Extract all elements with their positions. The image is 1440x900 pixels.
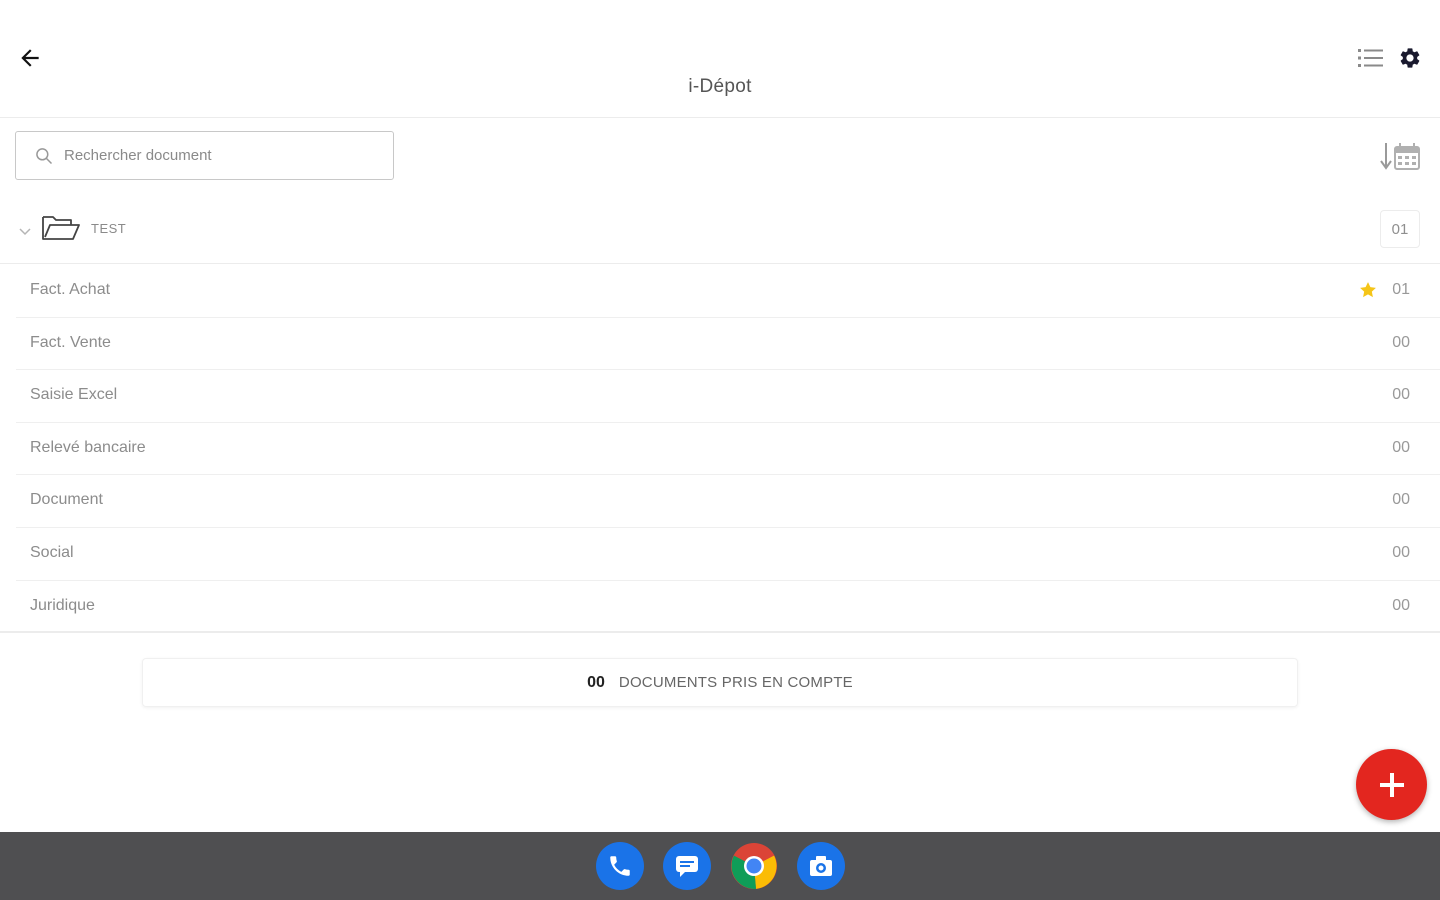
folder-row[interactable]: TEST 01 — [0, 200, 1440, 264]
camera-icon — [809, 856, 832, 876]
list-item[interactable]: Fact. Vente 00 — [16, 318, 1440, 371]
messages-app[interactable] — [662, 842, 711, 890]
settings-button[interactable] — [1396, 44, 1424, 72]
category-count: 00 — [1392, 438, 1410, 456]
camera-app[interactable] — [796, 842, 845, 890]
app-header: i-Dépot — [0, 0, 1440, 118]
phone-icon — [609, 856, 630, 876]
search-input[interactable] — [64, 147, 364, 164]
category-list: Fact. Achat 01 Fact. Vente 00 Saisie Exc… — [16, 265, 1440, 633]
list-item[interactable]: Social 00 — [16, 528, 1440, 581]
category-label: Document — [30, 491, 103, 509]
folder-count-badge: 01 — [1380, 210, 1420, 248]
category-count: 00 — [1392, 543, 1410, 561]
chevron-down-icon[interactable] — [16, 222, 34, 240]
documents-summary: 00 DOCUMENTS PRIS EN COMPTE — [142, 658, 1298, 707]
category-label: Social — [30, 543, 74, 561]
summary-count: 00 — [587, 673, 605, 691]
category-count: 00 — [1392, 596, 1410, 614]
folder-name: TEST — [91, 221, 127, 236]
category-label: Juridique — [30, 596, 95, 614]
list-view-icon — [1358, 49, 1383, 67]
back-button[interactable] — [14, 42, 46, 74]
search-box[interactable] — [15, 131, 394, 180]
divider — [0, 631, 1440, 633]
sort-by-date-icon — [1380, 143, 1420, 170]
star-icon[interactable] — [1358, 280, 1378, 300]
list-item[interactable]: Relevé bancaire 00 — [16, 423, 1440, 476]
arrow-left-icon — [21, 49, 39, 67]
add-document-button[interactable] — [1356, 749, 1427, 820]
plus-icon — [1379, 772, 1404, 797]
category-label: Saisie Excel — [30, 386, 118, 404]
system-taskbar — [0, 832, 1440, 900]
list-view-button[interactable] — [1356, 44, 1386, 72]
category-count: 00 — [1392, 333, 1410, 351]
gear-icon — [1400, 48, 1420, 68]
chrome-app[interactable] — [730, 842, 778, 890]
category-count: 00 — [1392, 386, 1410, 404]
category-count: 01 — [1392, 281, 1410, 298]
category-label: Fact. Vente — [30, 333, 111, 351]
list-item[interactable]: Juridique 00 — [16, 581, 1440, 634]
sort-by-date-button[interactable] — [1378, 138, 1424, 174]
messages-icon — [675, 856, 698, 877]
category-label: Relevé bancaire — [30, 438, 146, 456]
list-item[interactable]: Document 00 — [16, 475, 1440, 528]
list-item[interactable]: Saisie Excel 00 — [16, 370, 1440, 423]
search-icon — [36, 147, 53, 164]
chrome-icon — [730, 843, 777, 889]
category-count: 00 — [1392, 491, 1410, 509]
summary-label: DOCUMENTS PRIS EN COMPTE — [618, 674, 853, 691]
phone-app[interactable] — [595, 842, 644, 890]
list-item[interactable]: Fact. Achat 01 — [16, 265, 1440, 318]
folder-open-icon — [42, 216, 80, 240]
category-label: Fact. Achat — [30, 281, 111, 298]
page-title: i-Dépot — [688, 76, 752, 97]
